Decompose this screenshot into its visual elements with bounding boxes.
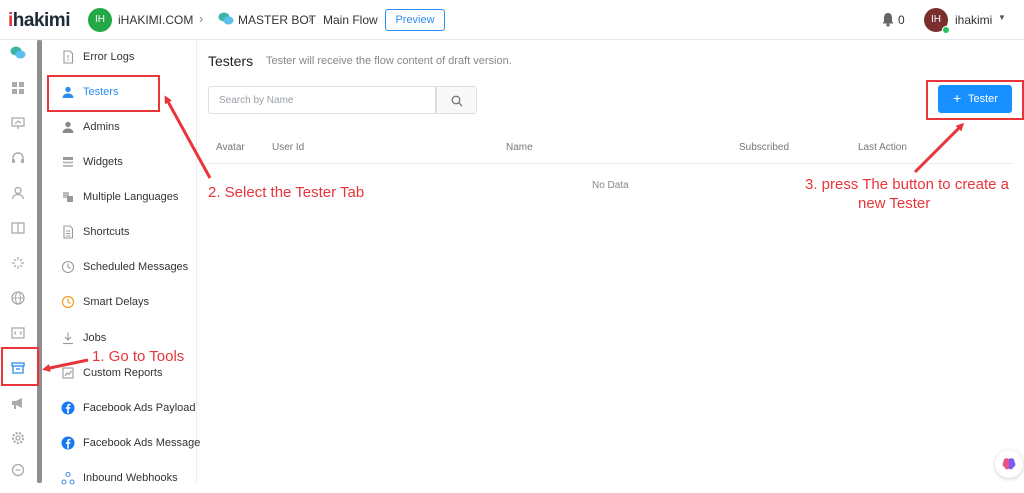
- user-icon[interactable]: [10, 185, 26, 201]
- caret-down-icon[interactable]: ▼: [998, 13, 1006, 22]
- settings-icon[interactable]: [10, 430, 26, 446]
- column-header-subscribed: Subscribed: [739, 142, 790, 153]
- menu-item-facebook-ads-payload[interactable]: Facebook Ads Payload: [43, 395, 197, 423]
- menu-item-label: Jobs: [83, 332, 107, 344]
- table-header-divider: [208, 163, 1012, 164]
- annotation-box-tools: [1, 347, 39, 386]
- menu-item-multiple-languages[interactable]: Multiple Languages: [43, 184, 197, 212]
- bot-icon: [218, 12, 234, 25]
- search-box: [208, 86, 436, 114]
- headset-icon[interactable]: [10, 150, 26, 166]
- document-icon: [61, 225, 75, 239]
- workspace-name[interactable]: iHAKIMI.COM: [118, 13, 193, 27]
- floating-assistant-button[interactable]: [995, 450, 1023, 478]
- brain-icon: [1002, 458, 1016, 470]
- user-name[interactable]: ihakimi: [955, 13, 992, 27]
- translate-icon: [61, 190, 75, 204]
- widget-icon: [61, 155, 75, 169]
- annotation-step-1: 1. Go to Tools: [92, 348, 185, 365]
- menu-item-label: Widgets: [83, 156, 123, 168]
- online-status-dot: [942, 26, 950, 34]
- sparkle-icon[interactable]: [10, 255, 26, 271]
- menu-item-label: Facebook Ads Message: [83, 437, 201, 449]
- globe-icon[interactable]: [10, 290, 26, 306]
- annotation-step-3-line-2: new Tester: [858, 195, 931, 212]
- chat-bubbles-icon[interactable]: [10, 45, 26, 61]
- column-header-user-id: User Id: [272, 142, 305, 153]
- preview-button[interactable]: Preview: [385, 9, 445, 31]
- book-icon[interactable]: [10, 220, 26, 236]
- search-button[interactable]: [436, 86, 477, 114]
- chat-icon[interactable]: [10, 462, 26, 478]
- presentation-icon[interactable]: [10, 115, 26, 131]
- menu-item-shortcuts[interactable]: Shortcuts: [43, 219, 197, 247]
- chevron-right-icon: ›: [308, 11, 313, 26]
- page-subtitle: Tester will receive the flow content of …: [266, 55, 512, 67]
- file-icon: [61, 50, 75, 64]
- flow-name-breadcrumb[interactable]: Main Flow: [323, 13, 378, 27]
- menu-item-label: Multiple Languages: [83, 191, 179, 203]
- column-header-name: Name: [506, 142, 533, 153]
- rail-scrollbar-thumb[interactable]: [37, 40, 42, 483]
- workspace-avatar[interactable]: IH: [88, 8, 112, 32]
- menu-item-inbound-webhooks[interactable]: Inbound Webhooks: [43, 465, 197, 493]
- column-header-last-action: Last Action: [858, 142, 907, 153]
- menu-item-label: Facebook Ads Payload: [83, 402, 196, 414]
- column-header-avatar: Avatar: [216, 142, 245, 153]
- menu-item-label: Error Logs: [83, 51, 135, 63]
- menu-item-label: Scheduled Messages: [83, 261, 189, 273]
- menu-item-error-logs[interactable]: Error Logs: [43, 44, 197, 72]
- icon-rail: [0, 40, 36, 483]
- facebook-icon: [61, 436, 75, 450]
- annotation-step-3-line-1: 3. press The button to create a: [805, 176, 1010, 193]
- facebook-icon: [61, 401, 75, 415]
- download-icon: [61, 331, 75, 345]
- menu-item-widgets[interactable]: Widgets: [43, 149, 197, 177]
- menu-item-label: Shortcuts: [83, 226, 130, 238]
- menu-item-facebook-ads-message[interactable]: Facebook Ads Message: [43, 430, 201, 458]
- menu-item-smart-delays[interactable]: Smart Delays: [43, 289, 197, 317]
- code-icon[interactable]: [10, 325, 26, 341]
- notification-count: 0: [898, 13, 905, 27]
- menu-item-label: Admins: [83, 121, 120, 133]
- bell-icon[interactable]: [881, 12, 895, 27]
- top-bar: ihakimi IH iHAKIMI.COM › MASTER BOT › Ma…: [0, 0, 1024, 40]
- megaphone-icon[interactable]: [10, 395, 26, 411]
- report-icon: [61, 366, 75, 380]
- search-input[interactable]: [209, 87, 435, 113]
- menu-item-admins[interactable]: Admins: [43, 114, 197, 142]
- clock-icon: [61, 295, 75, 309]
- user-icon: [61, 120, 75, 134]
- annotation-step-2: 2. Select the Tester Tab: [208, 184, 365, 201]
- dashboard-icon[interactable]: [10, 80, 26, 96]
- ihakimi-logo[interactable]: ihakimi: [8, 10, 70, 32]
- menu-item-label: Inbound Webhooks: [83, 472, 178, 484]
- search-icon: [451, 95, 463, 107]
- annotation-box-testers: [47, 75, 160, 112]
- empty-state-text: No Data: [592, 180, 629, 191]
- page-title: Testers: [208, 53, 254, 69]
- chevron-right-icon: ›: [199, 11, 204, 26]
- clock-icon: [61, 260, 75, 274]
- bot-name-breadcrumb[interactable]: MASTER BOT: [238, 13, 316, 27]
- menu-item-label: Smart Delays: [83, 296, 150, 308]
- menu-item-scheduled-messages[interactable]: Scheduled Messages: [43, 254, 197, 282]
- annotation-box-add-tester: [926, 80, 1024, 120]
- menu-item-label: Custom Reports: [83, 367, 163, 379]
- testers-page: Testers Tester will receive the flow con…: [197, 40, 1024, 483]
